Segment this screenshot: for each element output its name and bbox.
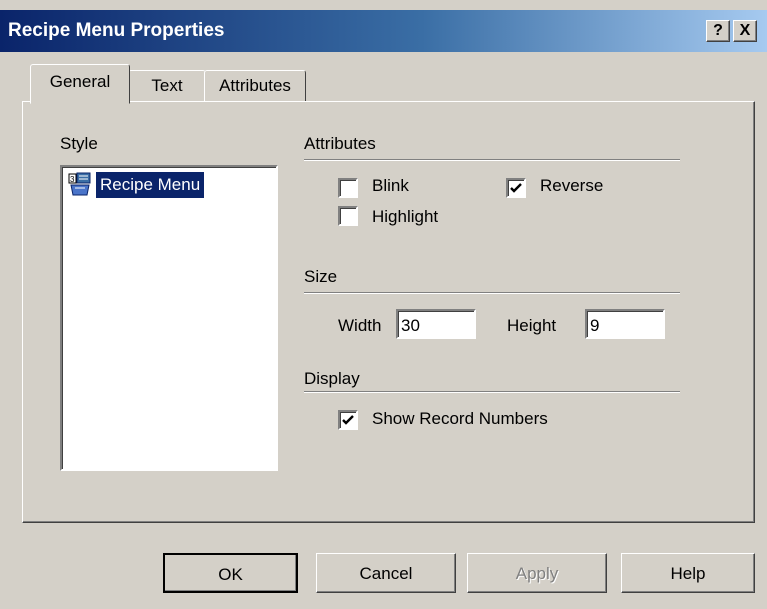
help-button[interactable]: Help — [621, 553, 755, 593]
reverse-label: Reverse — [540, 176, 604, 195]
show-record-numbers-checkbox[interactable] — [338, 410, 358, 430]
blink-checkbox[interactable] — [338, 178, 358, 198]
tab-text[interactable]: Text — [128, 70, 206, 102]
width-field[interactable]: 30 — [396, 309, 476, 339]
properties-dialog: Recipe Menu Properties ? X General Text … — [0, 0, 767, 609]
help-title-button[interactable]: ? — [706, 20, 730, 42]
style-group-label: Style — [60, 134, 98, 153]
style-list[interactable]: 3 Recipe Menu — [60, 165, 278, 471]
cancel-button[interactable]: Cancel — [316, 553, 456, 593]
highlight-label: Highlight — [372, 207, 439, 226]
display-group-label: Display — [304, 369, 360, 388]
attributes-group-label: Attributes — [304, 134, 376, 153]
tab-attributes[interactable]: Attributes — [204, 70, 306, 102]
height-field[interactable]: 9 — [585, 309, 665, 339]
ok-button[interactable]: OK — [163, 553, 298, 593]
checkmark-icon — [510, 183, 522, 193]
highlight-checkbox[interactable] — [338, 206, 358, 226]
recipe-menu-icon: 3 — [68, 172, 92, 196]
close-title-button[interactable]: X — [733, 20, 757, 42]
svg-text:3: 3 — [70, 175, 75, 184]
list-item-label: Recipe Menu — [96, 172, 205, 198]
display-divider — [304, 391, 680, 393]
blink-label: Blink — [372, 176, 409, 195]
reverse-checkbox[interactable] — [506, 178, 526, 198]
show-record-numbers-label: Show Record Numbers — [372, 409, 548, 428]
width-label: Width — [338, 316, 382, 335]
height-label: Height — [507, 316, 557, 335]
size-group-label: Size — [304, 267, 338, 286]
attributes-divider — [304, 159, 680, 161]
checkmark-icon — [342, 415, 354, 425]
title-bar[interactable]: Recipe Menu Properties ? X — [0, 10, 767, 52]
size-divider — [304, 292, 680, 294]
window-title: Recipe Menu Properties — [8, 20, 225, 41]
apply-button: Apply — [467, 553, 607, 593]
tab-general[interactable]: General — [30, 64, 130, 104]
